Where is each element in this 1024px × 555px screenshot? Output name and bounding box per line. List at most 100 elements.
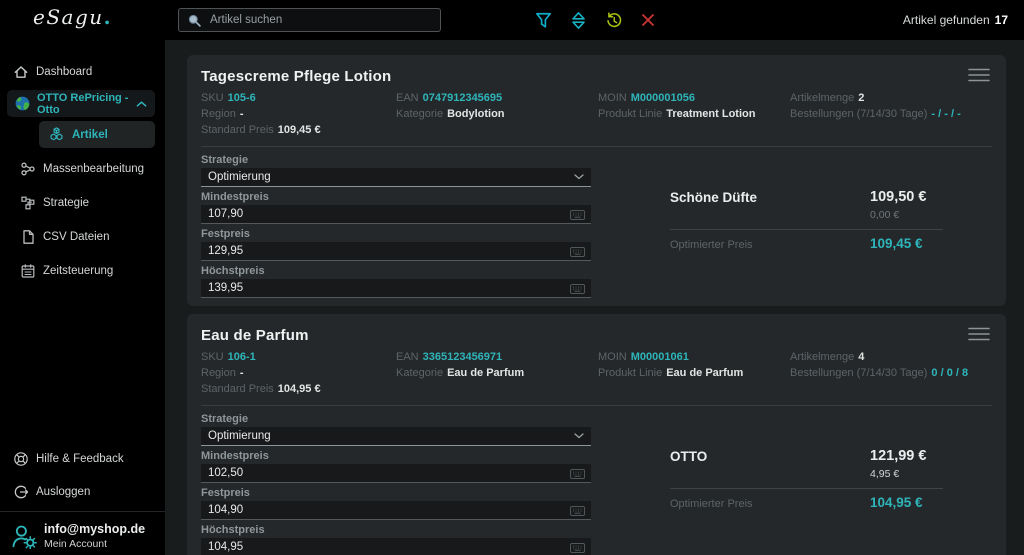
festpreis-label: Festpreis [201,228,591,240]
results-label: Artikel gefunden [903,13,990,27]
sidebar-item-artikel[interactable]: Artikel [39,121,155,148]
info-region: Region- [201,365,396,381]
mindestpreis-field[interactable] [201,464,591,483]
pricing-form: Strategie Optimierung Mindestpreis Festp… [201,154,591,298]
search-box[interactable] [178,8,441,32]
optimized-price-value: 109,45 € [870,236,923,251]
article-title: Eau de Parfum [201,327,992,344]
keyboard-icon [570,469,585,479]
vendor-name: OTTO [670,449,707,464]
strategie-label: Strategie [201,154,591,166]
keyboard-icon [570,543,585,553]
info-bestellungen: Bestellungen (7/14/30 Tage)0 / 0 / 8 [790,365,992,381]
sidebar-item-otto-repricing[interactable]: OTTO RePricing - Otto [7,90,155,117]
chevron-up-icon [136,100,147,108]
info-standard-preis: Standard Preis104,95 € [201,381,396,397]
info-sku: SKU106-1 [201,349,396,365]
sidebar-item-ausloggen[interactable]: Ausloggen [0,480,165,504]
optimized-price-label: Optimierter Preis [670,239,753,251]
info-sku: SKU105-6 [201,90,396,106]
article-card: Tagescreme Pflege Lotion SKU105-6 Region… [187,55,1006,306]
strategie-select[interactable]: Optimierung [201,427,591,446]
account-text: info@myshop.de Mein Account [44,522,145,550]
pricing-form: Strategie Optimierung Mindestpreis Festp… [201,413,591,555]
vendor-price: 121,99 € [870,448,926,464]
strategie-select[interactable]: Optimierung [201,168,591,187]
sidebar-item-strategie[interactable]: Strategie [0,191,165,215]
account-block[interactable]: info@myshop.de Mein Account [0,517,165,555]
hamburger-menu-icon[interactable] [968,67,990,83]
info-col-3: MOINM00001061 Produkt LinieEau de Parfum [598,349,790,397]
card-divider [201,405,992,406]
filter-icon[interactable] [533,10,553,30]
account-email: info@myshop.de [44,522,145,536]
info-standard-preis: Standard Preis109,45 € [201,122,396,138]
sidebar-item-label: Massenbearbeitung [43,163,144,175]
mindestpreis-field[interactable] [201,205,591,224]
vendor-price: 109,50 € [870,189,926,205]
shipping-price: 4,95 € [870,468,926,480]
price-block: 109,50 € 0,00 € [870,189,926,221]
festpreis-input[interactable] [208,245,567,257]
festpreis-label: Festpreis [201,487,591,499]
sidebar-item-hilfe-feedback[interactable]: Hilfe & Feedback [0,447,165,471]
vendor-name: Schöne Düfte [670,190,757,205]
optimized-price-value: 104,95 € [870,495,923,510]
brand-logo: eSagu. [33,5,112,29]
card-divider [201,146,992,147]
hoechstpreis-input[interactable] [208,541,567,553]
sidebar-item-label: Strategie [43,197,89,209]
hoechstpreis-input[interactable] [208,282,567,294]
info-produkt-linie: Produkt LinieTreatment Lotion [598,106,790,122]
globe-icon [14,95,31,112]
results-number: 17 [995,13,1008,27]
sidebar-item-dashboard[interactable]: Dashboard [0,60,165,84]
chevron-down-icon [574,174,584,180]
mindestpreis-input[interactable] [208,208,567,220]
strategie-value: Optimierung [208,430,271,442]
info-region: Region- [201,106,396,122]
keyboard-icon [570,506,585,516]
hamburger-menu-icon[interactable] [968,326,990,342]
sidebar-divider [0,511,165,512]
history-icon[interactable] [603,10,623,30]
sidebar-item-zeitsteuerung[interactable]: Zeitsteuerung [0,259,165,283]
sidebar-item-label: OTTO RePricing - Otto [37,92,136,116]
user-gear-icon [11,523,37,549]
festpreis-field[interactable] [201,501,591,520]
info-ean: EAN3365123456971 [396,349,598,365]
hoechstpreis-label: Höchstpreis [201,524,591,536]
info-col-2: EAN0747912345695 KategorieBodylotion [396,90,598,138]
info-col-4: Artikelmenge4 Bestellungen (7/14/30 Tage… [790,349,992,397]
hoechstpreis-field[interactable] [201,279,591,298]
article-info-grid: SKU106-1 Region- Standard Preis104,95 € … [201,349,992,397]
price-block: 121,99 € 4,95 € [870,448,926,480]
search-input[interactable] [208,13,432,27]
strategie-label: Strategie [201,413,591,425]
brand-dot: . [104,5,112,29]
info-artikelmenge: Artikelmenge4 [790,349,992,365]
info-produkt-linie: Produkt LinieEau de Parfum [598,365,790,381]
sidebar-item-massenbearbeitung[interactable]: Massenbearbeitung [0,157,165,181]
sidebar-item-csv-dateien[interactable]: CSV Dateien [0,225,165,249]
sidebar: Dashboard OTTO RePricing - Otto Artikel … [0,40,165,555]
info-kategorie: KategorieBodylotion [396,106,598,122]
topbar: eSagu. Artikel gefunden 17 [0,0,1024,40]
cubes-icon [48,126,65,143]
info-ean: EAN0747912345695 [396,90,598,106]
festpreis-field[interactable] [201,242,591,261]
results-count: Artikel gefunden 17 [903,0,1008,40]
sidebar-item-label: Dashboard [36,66,92,78]
account-label: Mein Account [44,538,145,550]
sidebar-item-label: Zeitsteuerung [43,265,113,277]
price-summary: OTTO 121,99 € 4,95 € Optimierter Preis 1… [670,448,943,523]
brand-name: eSagu [33,5,104,29]
info-col-2: EAN3365123456971 KategorieEau de Parfum [396,349,598,397]
sort-icon[interactable] [568,10,588,30]
hoechstpreis-field[interactable] [201,538,591,555]
mindestpreis-input[interactable] [208,467,567,479]
festpreis-input[interactable] [208,504,567,516]
clear-icon[interactable] [638,10,658,30]
hoechstpreis-label: Höchstpreis [201,265,591,277]
shipping-price: 0,00 € [870,209,926,221]
